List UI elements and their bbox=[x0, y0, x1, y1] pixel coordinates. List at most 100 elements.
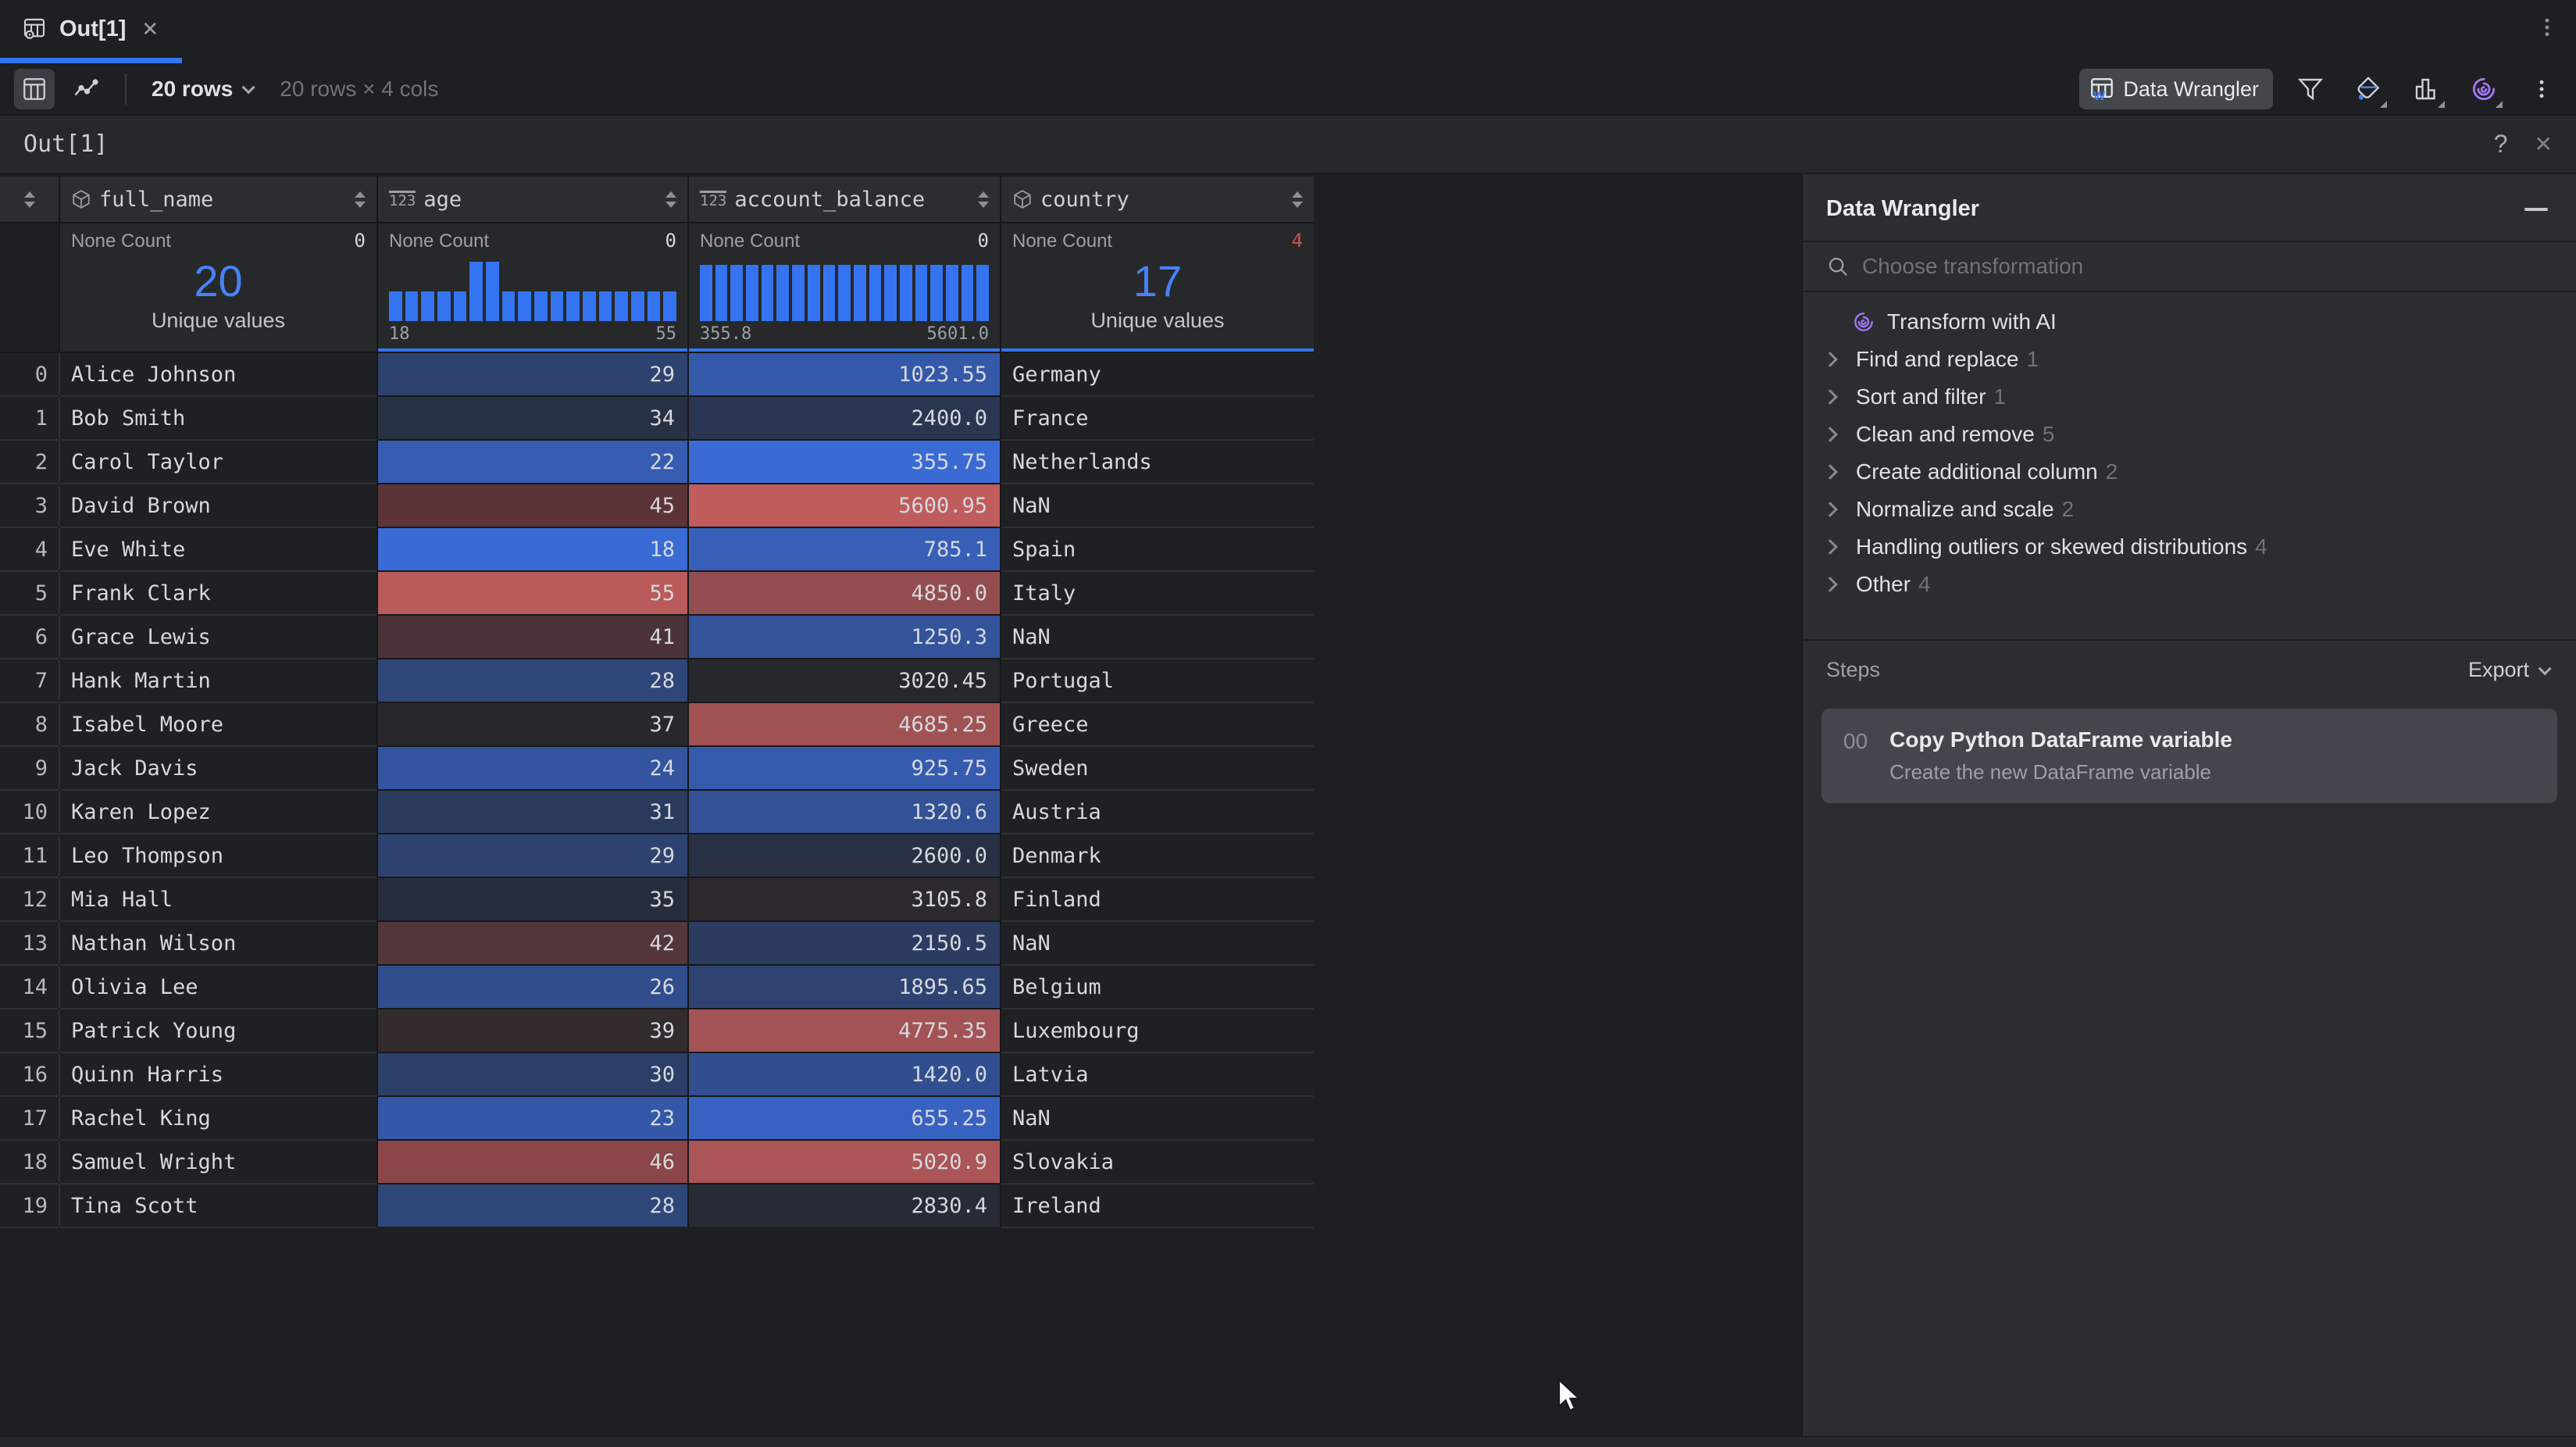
transform-with-ai-item[interactable]: Transform with AI bbox=[1803, 303, 2576, 341]
cell-country[interactable]: Belgium bbox=[1001, 966, 1314, 1008]
row-index[interactable]: 4 bbox=[0, 528, 59, 570]
data-wrangler-button[interactable]: W Data Wrangler bbox=[2079, 69, 2273, 109]
cell-country[interactable]: Italy bbox=[1001, 572, 1314, 614]
column-header-full-name[interactable]: full_name bbox=[60, 177, 376, 222]
cell-country[interactable]: NaN bbox=[1001, 484, 1314, 527]
cell-full-name[interactable]: Isabel Moore bbox=[60, 703, 376, 745]
cell-account-balance[interactable]: 4685.25 bbox=[689, 703, 1000, 745]
row-index[interactable]: 3 bbox=[0, 484, 59, 527]
cell-age[interactable]: 29 bbox=[378, 834, 687, 877]
cell-account-balance[interactable]: 5600.95 bbox=[689, 484, 1000, 527]
cell-full-name[interactable]: David Brown bbox=[60, 484, 376, 527]
row-index[interactable]: 5 bbox=[0, 572, 59, 614]
cell-account-balance[interactable]: 2400.0 bbox=[689, 397, 1000, 439]
transformation-group[interactable]: Other 4 bbox=[1803, 566, 2576, 603]
cell-account-balance[interactable]: 5020.9 bbox=[689, 1141, 1000, 1183]
cell-age[interactable]: 55 bbox=[378, 572, 687, 614]
sort-icon[interactable] bbox=[1292, 191, 1303, 208]
cell-full-name[interactable]: Samuel Wright bbox=[60, 1141, 376, 1183]
cell-age[interactable]: 30 bbox=[378, 1053, 687, 1095]
row-index[interactable]: 0 bbox=[0, 353, 59, 395]
cell-full-name[interactable]: Quinn Harris bbox=[60, 1053, 376, 1095]
row-index[interactable]: 18 bbox=[0, 1141, 59, 1183]
cell-country[interactable]: Portugal bbox=[1001, 659, 1314, 702]
view-table-button[interactable] bbox=[14, 69, 55, 109]
cell-account-balance[interactable]: 355.75 bbox=[689, 441, 1000, 483]
cell-age[interactable]: 18 bbox=[378, 528, 687, 570]
cell-account-balance[interactable]: 3020.45 bbox=[689, 659, 1000, 702]
cell-account-balance[interactable]: 2830.4 bbox=[689, 1184, 1000, 1227]
cell-age[interactable]: 26 bbox=[378, 966, 687, 1008]
cell-full-name[interactable]: Mia Hall bbox=[60, 878, 376, 920]
cell-country[interactable]: Luxembourg bbox=[1001, 1009, 1314, 1052]
export-button[interactable]: Export bbox=[2468, 658, 2548, 682]
color-fill-button[interactable] bbox=[2348, 69, 2389, 109]
row-index[interactable]: 11 bbox=[0, 834, 59, 877]
cell-country[interactable]: Greece bbox=[1001, 703, 1314, 745]
cell-age[interactable]: 23 bbox=[378, 1097, 687, 1139]
cell-country[interactable]: France bbox=[1001, 397, 1314, 439]
cell-age[interactable]: 46 bbox=[378, 1141, 687, 1183]
cell-account-balance[interactable]: 4850.0 bbox=[689, 572, 1000, 614]
cell-age[interactable]: 31 bbox=[378, 791, 687, 833]
cell-full-name[interactable]: Leo Thompson bbox=[60, 834, 376, 877]
transformation-group[interactable]: Clean and remove 5 bbox=[1803, 416, 2576, 453]
cell-account-balance[interactable]: 2600.0 bbox=[689, 834, 1000, 877]
cell-country[interactable]: Sweden bbox=[1001, 747, 1314, 789]
row-index[interactable]: 16 bbox=[0, 1053, 59, 1095]
row-index[interactable]: 2 bbox=[0, 441, 59, 483]
cell-country[interactable]: Slovakia bbox=[1001, 1141, 1314, 1183]
cell-full-name[interactable]: Alice Johnson bbox=[60, 353, 376, 395]
row-index[interactable]: 8 bbox=[0, 703, 59, 745]
row-index[interactable]: 19 bbox=[0, 1184, 59, 1227]
row-index[interactable]: 13 bbox=[0, 922, 59, 964]
sort-icon[interactable] bbox=[665, 191, 676, 208]
row-index-header[interactable] bbox=[0, 177, 59, 222]
step-card[interactable]: 00 Copy Python DataFrame variable Create… bbox=[1821, 709, 2557, 803]
cell-full-name[interactable]: Carol Taylor bbox=[60, 441, 376, 483]
column-header-age[interactable]: 123 age bbox=[378, 177, 687, 222]
cell-full-name[interactable]: Rachel King bbox=[60, 1097, 376, 1139]
column-header-country[interactable]: country bbox=[1001, 177, 1314, 222]
cell-country[interactable]: NaN bbox=[1001, 922, 1314, 964]
cell-age[interactable]: 41 bbox=[378, 616, 687, 658]
transformation-group[interactable]: Handling outliers or skewed distribution… bbox=[1803, 528, 2576, 566]
cell-full-name[interactable]: Hank Martin bbox=[60, 659, 376, 702]
filter-button[interactable] bbox=[2290, 69, 2331, 109]
row-index[interactable]: 15 bbox=[0, 1009, 59, 1052]
transformation-search[interactable] bbox=[1803, 242, 2576, 291]
cell-full-name[interactable]: Frank Clark bbox=[60, 572, 376, 614]
cell-country[interactable]: Netherlands bbox=[1001, 441, 1314, 483]
cell-age[interactable]: 24 bbox=[378, 747, 687, 789]
tab-out1[interactable]: Out[1] ✕ bbox=[0, 0, 182, 63]
cell-account-balance[interactable]: 1250.3 bbox=[689, 616, 1000, 658]
cell-age[interactable]: 28 bbox=[378, 659, 687, 702]
cell-country[interactable]: Austria bbox=[1001, 791, 1314, 833]
cell-full-name[interactable]: Patrick Young bbox=[60, 1009, 376, 1052]
sort-icon[interactable] bbox=[355, 191, 366, 208]
row-index[interactable]: 6 bbox=[0, 616, 59, 658]
cell-account-balance[interactable]: 785.1 bbox=[689, 528, 1000, 570]
toolbar-kebab-icon[interactable] bbox=[2521, 69, 2562, 109]
cell-country[interactable]: Germany bbox=[1001, 353, 1314, 395]
column-header-account-balance[interactable]: 123 account_balance bbox=[689, 177, 1000, 222]
cell-full-name[interactable]: Nathan Wilson bbox=[60, 922, 376, 964]
cell-age[interactable]: 34 bbox=[378, 397, 687, 439]
search-input[interactable] bbox=[1862, 254, 2553, 279]
cell-account-balance[interactable]: 1420.0 bbox=[689, 1053, 1000, 1095]
cell-full-name[interactable]: Grace Lewis bbox=[60, 616, 376, 658]
cell-account-balance[interactable]: 925.75 bbox=[689, 747, 1000, 789]
cell-country[interactable]: Latvia bbox=[1001, 1053, 1314, 1095]
tabbar-kebab-icon[interactable] bbox=[2535, 16, 2559, 39]
sort-icon[interactable] bbox=[978, 191, 989, 208]
cell-age[interactable]: 42 bbox=[378, 922, 687, 964]
view-chart-button[interactable] bbox=[66, 69, 106, 109]
cell-country[interactable]: Denmark bbox=[1001, 834, 1314, 877]
transformation-group[interactable]: Find and replace 1 bbox=[1803, 341, 2576, 378]
transformation-group[interactable]: Create additional column 2 bbox=[1803, 453, 2576, 491]
cell-full-name[interactable]: Tina Scott bbox=[60, 1184, 376, 1227]
cell-account-balance[interactable]: 1023.55 bbox=[689, 353, 1000, 395]
cell-account-balance[interactable]: 4775.35 bbox=[689, 1009, 1000, 1052]
cell-country[interactable]: NaN bbox=[1001, 616, 1314, 658]
cell-country[interactable]: Spain bbox=[1001, 528, 1314, 570]
